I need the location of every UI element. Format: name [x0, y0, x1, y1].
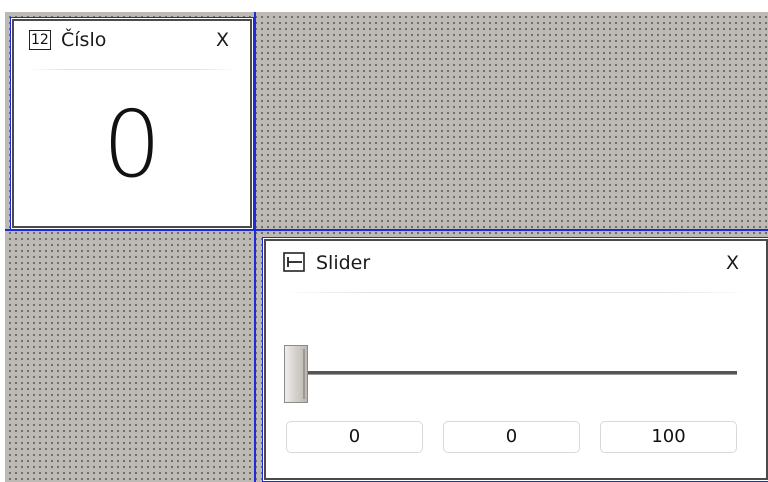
slider-widget-close-button[interactable]: X [726, 252, 739, 274]
number-widget-title: Číslo [61, 29, 107, 51]
number-icon: 12 [29, 30, 51, 50]
slider-widget-title: Slider [316, 252, 371, 274]
number-widget-close-button[interactable]: X [216, 29, 229, 51]
number-widget-separator [26, 69, 238, 70]
slider-widget[interactable]: Slider X 0 0 100 [262, 237, 768, 482]
number-value: 0 [102, 91, 162, 198]
slider-widget-separator [280, 292, 752, 293]
number-widget-header: 12 Číslo X [14, 21, 250, 65]
slider-max-field[interactable]: 100 [600, 421, 737, 453]
slider-widget-header: Slider X [266, 241, 766, 285]
slider-icon [283, 252, 305, 272]
slider-value-field[interactable]: 0 [443, 421, 580, 453]
number-widget[interactable]: 12 Číslo X 0 [10, 17, 254, 230]
slider-min-field[interactable]: 0 [286, 421, 423, 453]
slider-thumb[interactable] [284, 345, 308, 403]
slider-track[interactable] [292, 371, 737, 375]
grid-line-vertical [254, 12, 256, 482]
number-widget-frame: 12 Číslo X 0 [12, 19, 252, 228]
slider-widget-frame: Slider X 0 0 100 [264, 239, 768, 480]
